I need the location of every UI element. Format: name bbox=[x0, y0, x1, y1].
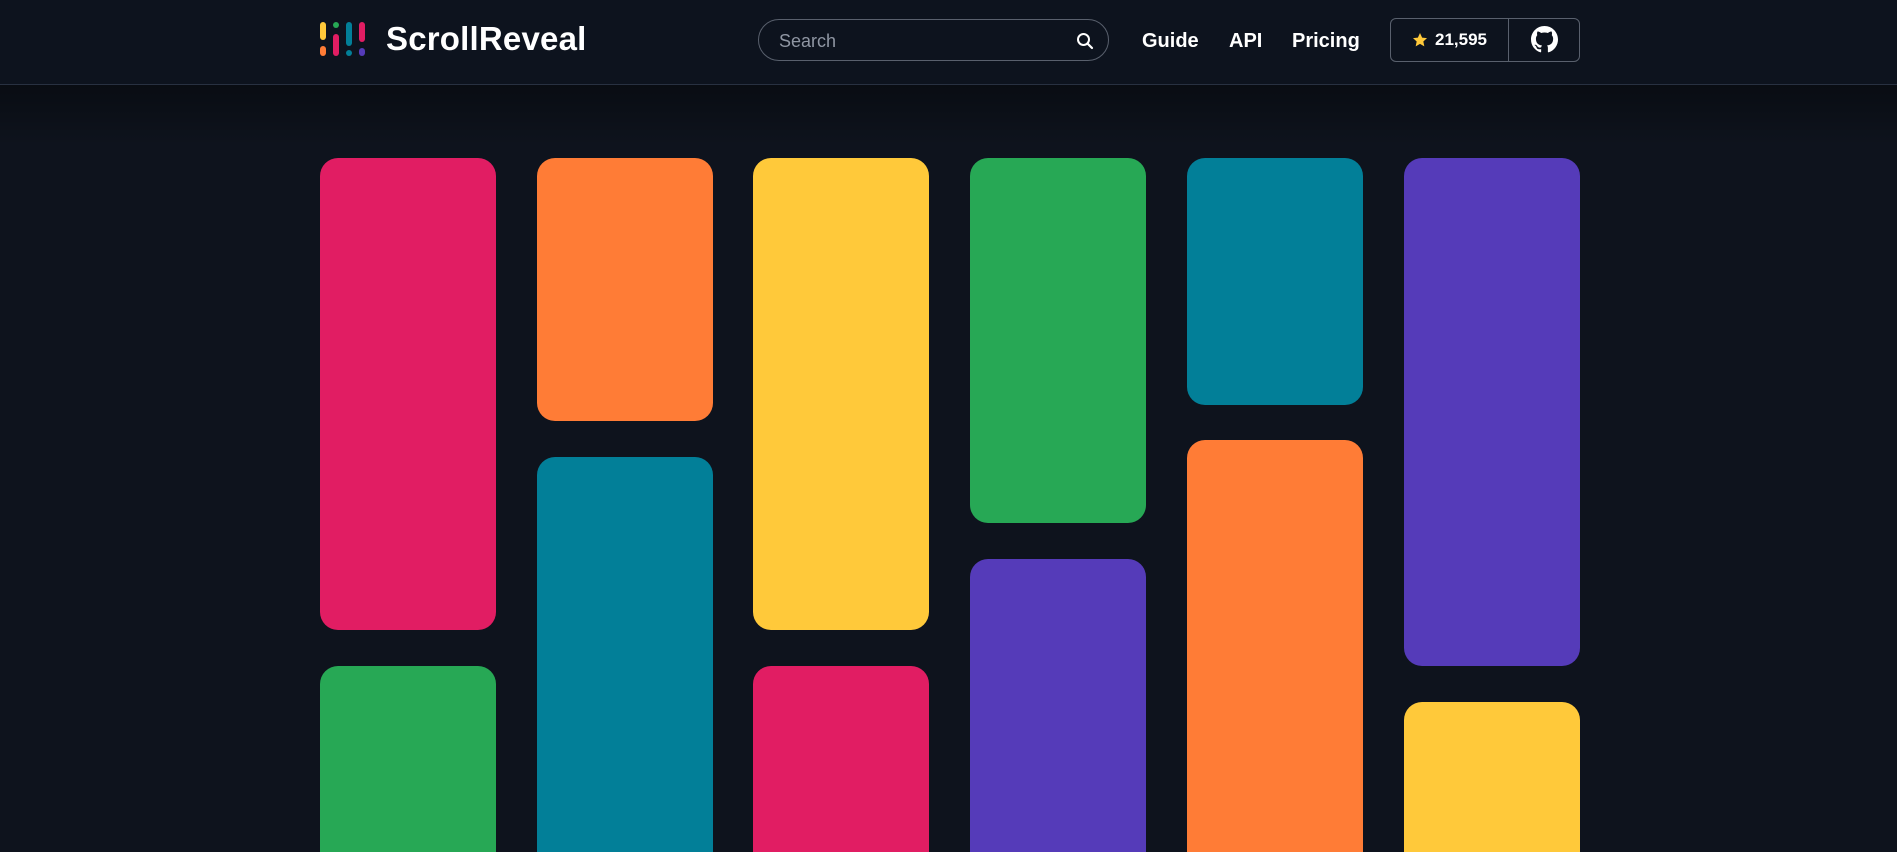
tile-col4-purple bbox=[970, 559, 1146, 852]
tile-col3-pink bbox=[753, 666, 929, 852]
github-icon bbox=[1531, 26, 1558, 53]
star-icon bbox=[1413, 33, 1427, 47]
scrollreveal-logo-icon bbox=[320, 22, 365, 56]
tile-col6-purple bbox=[1404, 158, 1580, 666]
search-input[interactable] bbox=[777, 28, 1071, 54]
tile-col2-orange bbox=[537, 158, 713, 421]
github-link[interactable] bbox=[1509, 19, 1579, 61]
tile-col6-yellow bbox=[1404, 702, 1580, 852]
github-star-count: 21,595 bbox=[1435, 30, 1487, 49]
tile-col5-teal bbox=[1187, 158, 1363, 405]
page: ScrollReveal Guide API Pricing 21,595 bbox=[0, 0, 1897, 852]
nav-pricing[interactable]: Pricing bbox=[1292, 26, 1360, 56]
search-icon[interactable] bbox=[1076, 32, 1094, 50]
tile-col2-teal bbox=[537, 457, 713, 852]
tile-col1-pink bbox=[320, 158, 496, 630]
tile-col4-green bbox=[970, 158, 1146, 523]
github-stars-button[interactable]: 21,595 bbox=[1391, 19, 1509, 61]
nav-guide[interactable]: Guide bbox=[1142, 26, 1199, 56]
brand-name: ScrollReveal bbox=[386, 20, 587, 57]
nav-api[interactable]: API bbox=[1229, 26, 1262, 56]
tile-col3-yellow bbox=[753, 158, 929, 630]
tile-col1-green bbox=[320, 666, 496, 852]
github-widget: 21,595 bbox=[1390, 18, 1580, 62]
site-header: ScrollReveal Guide API Pricing 21,595 bbox=[0, 0, 1897, 85]
tile-col5-orange bbox=[1187, 440, 1363, 852]
header-shadow bbox=[0, 85, 1897, 145]
search-box bbox=[758, 19, 1109, 61]
